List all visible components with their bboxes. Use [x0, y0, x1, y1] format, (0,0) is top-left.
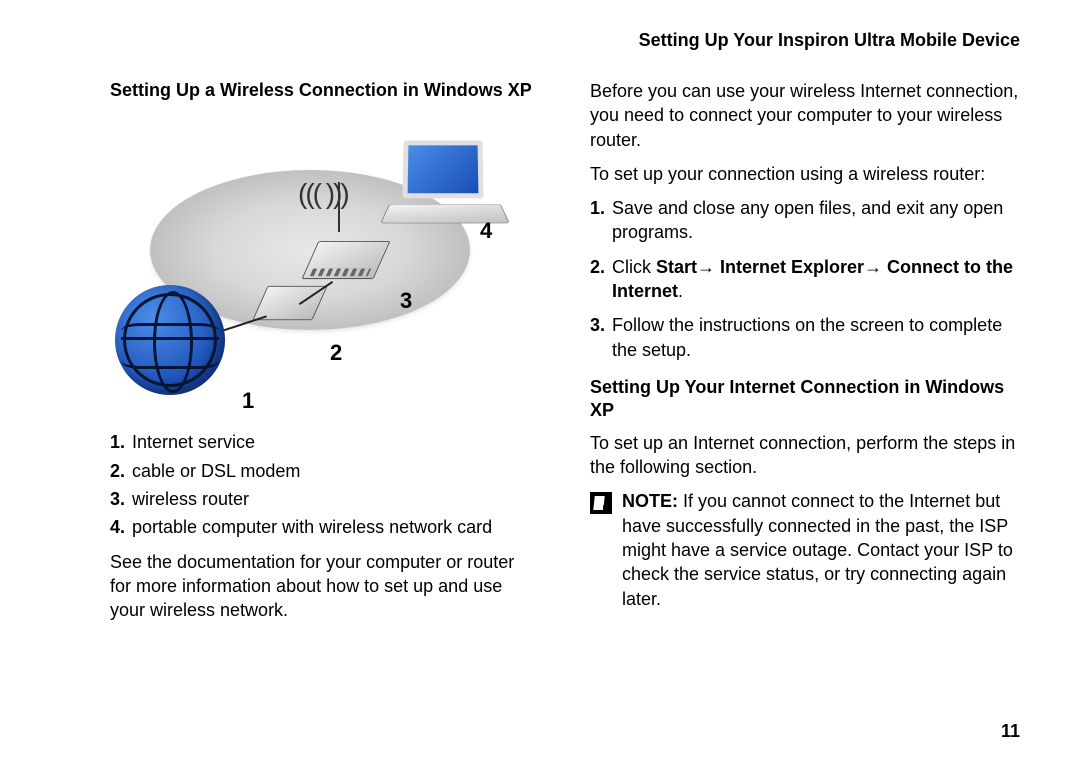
paragraph: Before you can use your wireless Interne…: [590, 79, 1020, 152]
diagram-label-1: 1: [242, 388, 254, 414]
right-heading-2: Setting Up Your Internet Connection in W…: [590, 376, 1020, 423]
legend-list: 1.Internet service 2.cable or DSL modem …: [110, 430, 540, 539]
list-item: 4.portable computer with wireless networ…: [110, 515, 540, 539]
note-block: NOTE: If you cannot connect to the Inter…: [590, 489, 1020, 620]
two-column-layout: Setting Up a Wireless Connection in Wind…: [110, 79, 1020, 632]
globe-icon: [115, 285, 225, 395]
diagram-label-3: 3: [400, 288, 412, 314]
wireless-waves-icon: ((( ))): [298, 178, 348, 210]
steps-list: 1. Save and close any open files, and ex…: [590, 196, 1020, 362]
paragraph: To set up your connection using a wirele…: [590, 162, 1020, 186]
note-icon: [590, 492, 612, 514]
list-item: 1.Internet service: [110, 430, 540, 454]
left-heading: Setting Up a Wireless Connection in Wind…: [110, 79, 540, 102]
left-footer-paragraph: See the documentation for your computer …: [110, 550, 540, 623]
right-column: Before you can use your wireless Interne…: [590, 79, 1020, 632]
list-item: 2.cable or DSL modem: [110, 459, 540, 483]
list-item: 1. Save and close any open files, and ex…: [590, 196, 1020, 245]
laptop-icon: [385, 140, 505, 230]
list-item: 3. Follow the instructions on the screen…: [590, 313, 1020, 362]
list-item: 3.wireless router: [110, 487, 540, 511]
page-number: 11: [1001, 721, 1020, 742]
page-header-title: Setting Up Your Inspiron Ultra Mobile De…: [110, 30, 1020, 51]
diagram-label-4: 4: [480, 218, 492, 244]
left-column: Setting Up a Wireless Connection in Wind…: [110, 79, 540, 632]
network-diagram: ((( ))) 1 2 3 4: [110, 110, 490, 420]
list-item: 2. Click Start→ Internet Explorer→ Conne…: [590, 255, 1020, 304]
paragraph: To set up an Internet connection, perfor…: [590, 431, 1020, 480]
diagram-label-2: 2: [330, 340, 342, 366]
note-text: NOTE: If you cannot connect to the Inter…: [622, 489, 1020, 610]
